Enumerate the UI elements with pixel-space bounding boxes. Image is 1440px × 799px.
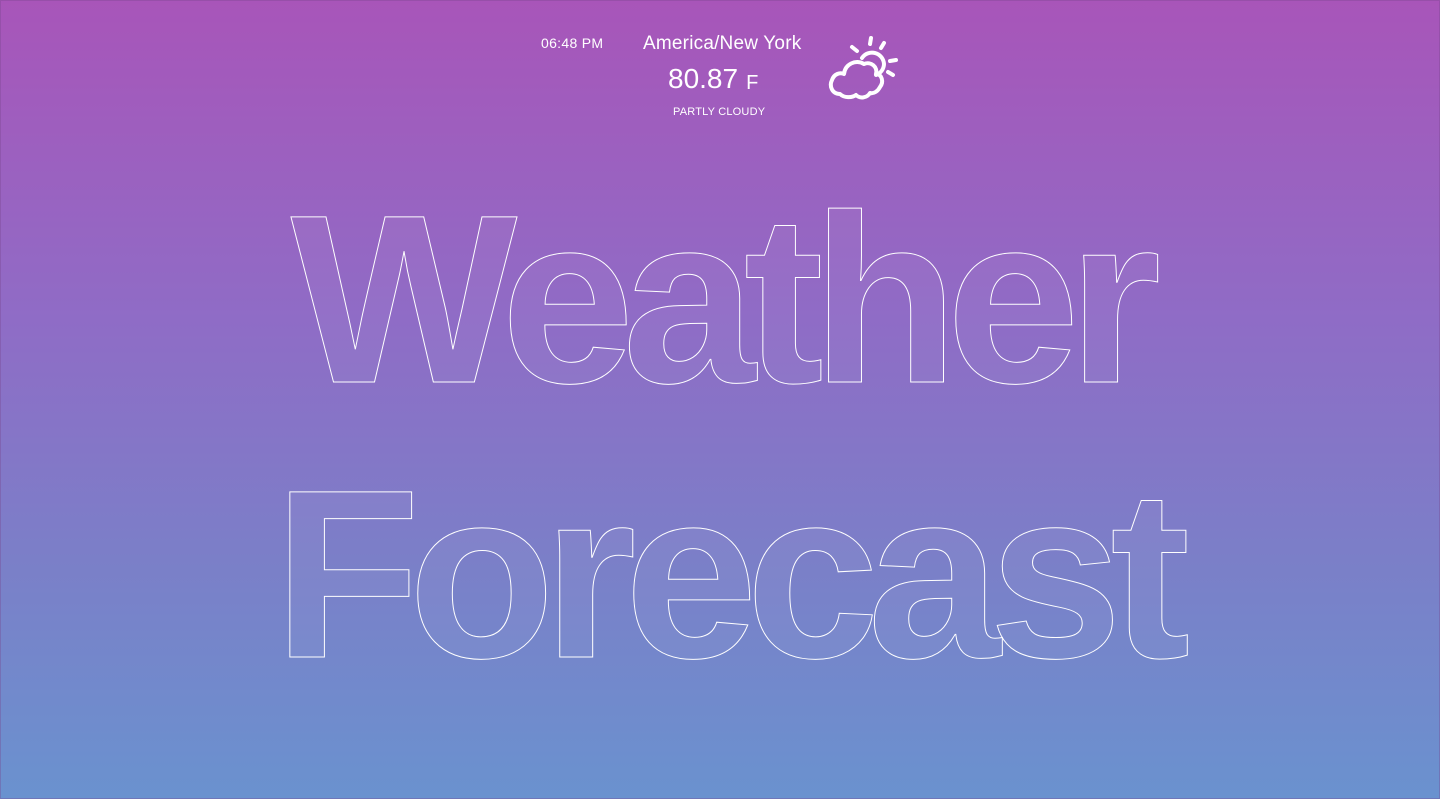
hero-title-line-1: Weather: [291, 165, 1158, 433]
hero-title-line-2: Forecast: [274, 440, 1188, 708]
hero-title: Weather Forecast: [273, 165, 1200, 709]
